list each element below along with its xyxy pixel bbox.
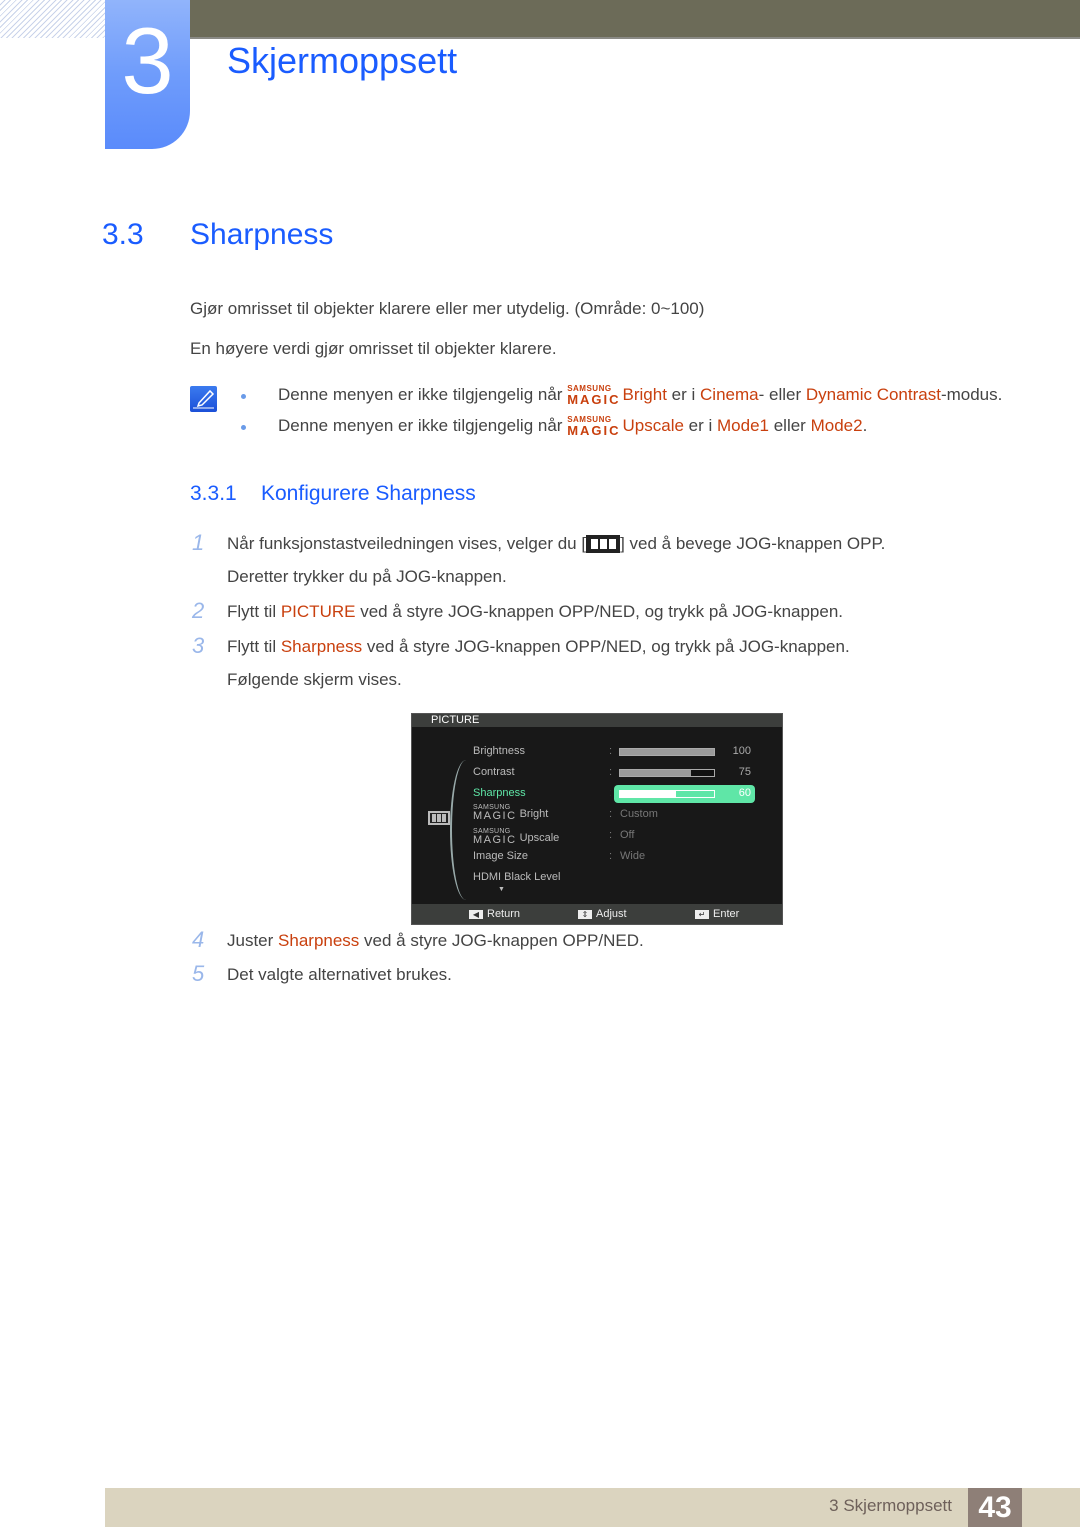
image-size-value: Wide [620,850,646,862]
up-down-arrow-icon: ⇕ [578,910,592,919]
enter-button[interactable]: ↵ Enter [695,908,739,920]
menu-name: Sharpness [280,637,363,656]
step-text: Flytt til PICTURE ved å styre JOG-knappe… [227,602,844,621]
section-number: 3.3 [102,218,144,251]
option-name: Dynamic Contrast [805,385,941,404]
bullet-icon [241,425,246,430]
note-text: Denne menyen er ikke tilgjengelig når [278,385,563,404]
menu-name: PICTURE [280,602,356,621]
step-text: Det valgte alternativet brukes. [227,965,452,984]
intro-paragraph: Gjør omrisset til objekter klarere eller… [190,299,705,318]
step-text: Flytt til Sharpness ved å styre JOG-knap… [227,637,850,656]
osd-item-magic-upscale[interactable]: SAMSUNG MAGIC Upscale [473,828,559,846]
step-text: Følgende skjerm vises. [227,670,402,689]
option-name: Cinema [700,385,759,404]
chapter-top-bar [190,0,1080,39]
samsung-magic-logo: SAMSUNG MAGIC [473,804,517,822]
note-line: Denne menyen er ikke tilgjengelig når SA… [278,415,868,438]
page-number: 43 [968,1488,1022,1527]
step-number: 5 [192,961,205,986]
samsung-magic-logo: SAMSUNG MAGIC [567,415,621,438]
subsection-number: 3.3.1 [190,482,237,505]
samsung-magic-logo: SAMSUNG MAGIC [473,828,517,846]
osd-picture-menu: PICTURE Brightness : 100 Contrast : 75 S… [411,713,783,925]
step-number: 2 [192,598,205,623]
adjust-button[interactable]: ⇕ Adjust [578,908,627,920]
sharpness-bar[interactable] [619,790,715,798]
note-text: Denne menyen er ikke tilgjengelig når [278,416,563,435]
step-text: Juster Sharpness ved å styre JOG-knappen… [227,931,644,950]
intro-paragraph: En høyere verdi gjør omrisset til objekt… [190,339,557,358]
brightness-value: 100 [732,745,751,757]
brightness-bar[interactable] [619,748,715,756]
option-name: Mode1 [717,416,769,435]
chapter-number: 3 [121,8,174,113]
menu-icon [586,535,621,553]
note-line: Denne menyen er ikke tilgjengelig når SA… [278,384,1003,407]
enter-icon: ↵ [695,910,709,919]
osd-item-brightness[interactable]: Brightness [473,745,525,757]
chapter-title: Skjermoppsett [227,40,458,81]
menu-name: Sharpness [278,931,360,950]
feature-name: Bright [622,385,667,404]
magic-bright-value: Custom [620,808,658,820]
osd-item-magic-bright[interactable]: SAMSUNG MAGIC Bright [473,804,548,822]
magic-upscale-value: Off [620,829,635,841]
decorative-hatch [0,0,105,38]
step-text: Deretter trykker du på JOG-knappen. [227,567,507,586]
option-name: Mode2 [810,416,863,435]
contrast-bar[interactable] [619,769,715,777]
section-title: Sharpness [190,218,334,251]
osd-item-sharpness[interactable]: Sharpness [473,787,526,799]
samsung-magic-logo: SAMSUNG MAGIC [567,384,621,407]
osd-item-image-size[interactable]: Image Size [473,850,528,862]
picture-menu-icon [428,811,450,825]
contrast-value: 75 [738,766,751,778]
step-text: Når funksjonstastveiledningen vises, vel… [227,534,886,553]
page-footer: 3 Skjermoppsett [105,1488,1080,1527]
feature-name: Upscale [622,416,684,435]
step-number: 1 [192,530,205,555]
footer-chapter-label: 3 Skjermoppsett [829,1496,952,1515]
return-button[interactable]: ◀ Return [469,908,520,920]
subsection-title: Konfigurere Sharpness [261,482,476,505]
bullet-icon [241,394,246,399]
osd-footer: ◀ Return ⇕ Adjust ↵ Enter [412,904,782,924]
chapter-tab: 3 [105,0,190,149]
scroll-down-icon[interactable]: ▼ [498,886,505,893]
osd-item-contrast[interactable]: Contrast [473,766,515,778]
osd-item-hdmi-black-level[interactable]: HDMI Black Level [473,871,560,883]
osd-title: PICTURE [412,714,782,727]
step-number: 3 [192,633,205,658]
sharpness-value: 60 [738,787,751,799]
step-number: 4 [192,927,205,952]
left-arrow-icon: ◀ [469,910,483,919]
note-pencil-icon [190,386,217,412]
